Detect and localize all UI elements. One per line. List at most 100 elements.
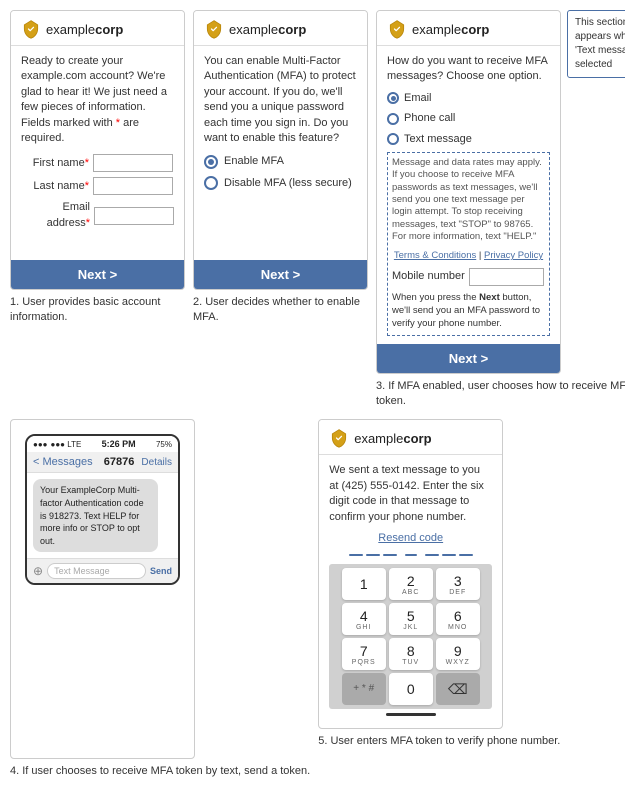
card3-next-button[interactable]: Next > <box>384 351 553 366</box>
firstname-input[interactable] <box>93 154 173 172</box>
card3-intro-text: How do you want to receive MFA messages?… <box>387 54 550 85</box>
card3-footer: Next > <box>377 344 560 373</box>
phone-radio[interactable] <box>387 113 399 125</box>
key-7[interactable]: 7 PQRS <box>342 638 386 670</box>
token-dash-3 <box>383 554 397 556</box>
send-button[interactable]: Send <box>150 566 172 576</box>
step3-label: 3. If MFA enabled, user chooses how to r… <box>376 379 625 410</box>
key-2-main: 2 <box>407 573 415 589</box>
disable-mfa-radio[interactable] <box>204 176 218 190</box>
key-4[interactable]: 4 GHI <box>342 603 386 635</box>
privacy-link[interactable]: Privacy Policy <box>484 250 543 261</box>
email-label: Email address* <box>21 200 90 231</box>
key-7-sub: PQRS <box>352 659 376 666</box>
email-input[interactable] <box>94 207 174 225</box>
token-group-1 <box>349 554 397 556</box>
key-6-sub: MNO <box>448 624 467 631</box>
network-type: ●●● LTE <box>51 440 82 449</box>
email-option[interactable]: Email <box>387 91 550 106</box>
resend-link[interactable]: Resend code <box>329 531 492 546</box>
key-9-sub: WXYZ <box>446 659 470 666</box>
disable-mfa-option[interactable]: Disable MFA (less secure) <box>204 176 357 191</box>
key-3-sub: DEF <box>449 589 466 596</box>
key-8-sub: TUV <box>402 659 419 666</box>
brand-light-1: example <box>46 22 95 37</box>
token-dash-4 <box>425 554 439 556</box>
terms-link[interactable]: Terms & Conditions <box>394 250 476 261</box>
home-bar <box>386 713 436 716</box>
mobile-number-label: Mobile number <box>392 269 465 284</box>
mobile-number-row: Mobile number <box>392 268 545 286</box>
lastname-input[interactable] <box>93 177 173 195</box>
key-4-sub: GHI <box>356 624 371 631</box>
keypad-row-2: 4 GHI 5 JKL 6 MNO <box>333 603 488 635</box>
next-button-hint: When you press the Next button, we'll se… <box>392 291 545 331</box>
card2-header: examplecorp <box>194 11 367 46</box>
step1-label: 1. User provides basic account informati… <box>10 295 185 326</box>
sms-disclaimer: Message and data rates may apply. If you… <box>392 157 545 243</box>
mobile-number-input[interactable] <box>469 268 544 286</box>
key-0[interactable]: 0 <box>389 673 433 705</box>
brand-name-1: examplecorp <box>46 22 123 37</box>
phone-battery: 75% <box>156 440 172 449</box>
card1-next-button[interactable]: Next > <box>18 267 177 282</box>
key-5[interactable]: 5 JKL <box>389 603 433 635</box>
email-radio[interactable] <box>387 92 399 104</box>
card2-body: You can enable Multi-Factor Authenticati… <box>194 46 367 260</box>
step4-label: 4. If user chooses to receive MFA token … <box>10 764 310 779</box>
card2: examplecorp You can enable Multi-Factor … <box>193 10 368 290</box>
logo-icon-1 <box>21 19 41 39</box>
key-6-main: 6 <box>454 608 462 624</box>
sender-number: 67876 <box>97 456 142 468</box>
text-radio[interactable] <box>387 133 399 145</box>
key-1[interactable]: 1 <box>342 568 386 600</box>
sms-bubble: Your ExampleCorp Multi-factor Authentica… <box>33 479 158 552</box>
logo-icon-2 <box>204 19 224 39</box>
card5-body: We sent a text message to you at (425) 5… <box>319 455 502 728</box>
logo-icon-5 <box>329 428 349 448</box>
bottom-row: ●●● ●●● LTE 5:26 PM 75% < Messages 67876… <box>10 419 615 779</box>
backspace-icon: ⌫ <box>448 681 468 698</box>
card5: examplecorp We sent a text message to yo… <box>318 419 503 729</box>
phone-message-input[interactable]: Text Message <box>47 563 146 579</box>
card4-wrapper: ●●● ●●● LTE 5:26 PM 75% < Messages 67876… <box>10 419 310 779</box>
card2-next-button[interactable]: Next > <box>201 267 360 282</box>
brand-name-3: examplecorp <box>412 22 489 37</box>
key-2-sub: ABC <box>402 589 419 596</box>
messages-header: < Messages 67876 Details <box>27 452 178 473</box>
key-6[interactable]: 6 MNO <box>436 603 480 635</box>
keypad-row-3: 7 PQRS 8 TUV 9 WXYZ <box>333 638 488 670</box>
back-arrow-icon[interactable]: < Messages <box>33 456 93 468</box>
camera-icon[interactable]: ⊕ <box>33 564 43 578</box>
key-backspace[interactable]: ⌫ <box>436 673 480 705</box>
keypad-row-4: + * # 0 ⌫ <box>333 673 488 705</box>
text-message-section: Message and data rates may apply. If you… <box>387 152 550 336</box>
text-option[interactable]: Text message <box>387 132 550 147</box>
token-dash-1 <box>349 554 363 556</box>
key-2[interactable]: 2 ABC <box>389 568 433 600</box>
key-7-main: 7 <box>360 643 368 659</box>
key-9[interactable]: 9 WXYZ <box>436 638 480 670</box>
firstname-field: First name* <box>21 154 174 172</box>
key-special[interactable]: + * # <box>342 673 386 705</box>
step5-label: 5. User enters MFA token to verify phone… <box>318 734 560 749</box>
phone-time: 5:26 PM <box>102 439 136 449</box>
enable-mfa-radio[interactable] <box>204 155 218 169</box>
signal-icon: ●●● <box>33 440 48 449</box>
card1: examplecorp Ready to create your example… <box>10 10 185 290</box>
phone-option[interactable]: Phone call <box>387 111 550 126</box>
enable-mfa-option[interactable]: Enable MFA <box>204 154 357 169</box>
token-separator <box>405 554 417 556</box>
token-dashes <box>329 554 492 556</box>
key-9-main: 9 <box>454 643 462 659</box>
card5-intro-text: We sent a text message to you at (425) 5… <box>329 463 492 525</box>
key-3[interactable]: 3 DEF <box>436 568 480 600</box>
details-link[interactable]: Details <box>141 457 172 468</box>
keypad: 1 2 ABC 3 DEF <box>329 564 492 709</box>
key-8[interactable]: 8 TUV <box>389 638 433 670</box>
card1-intro: Ready to create your example.com account… <box>21 54 174 146</box>
main-layout: examplecorp Ready to create your example… <box>0 0 625 790</box>
card2-footer: Next > <box>194 260 367 289</box>
card3-with-note: examplecorp How do you want to receive M… <box>376 10 625 374</box>
key-1-main: 1 <box>360 576 368 592</box>
